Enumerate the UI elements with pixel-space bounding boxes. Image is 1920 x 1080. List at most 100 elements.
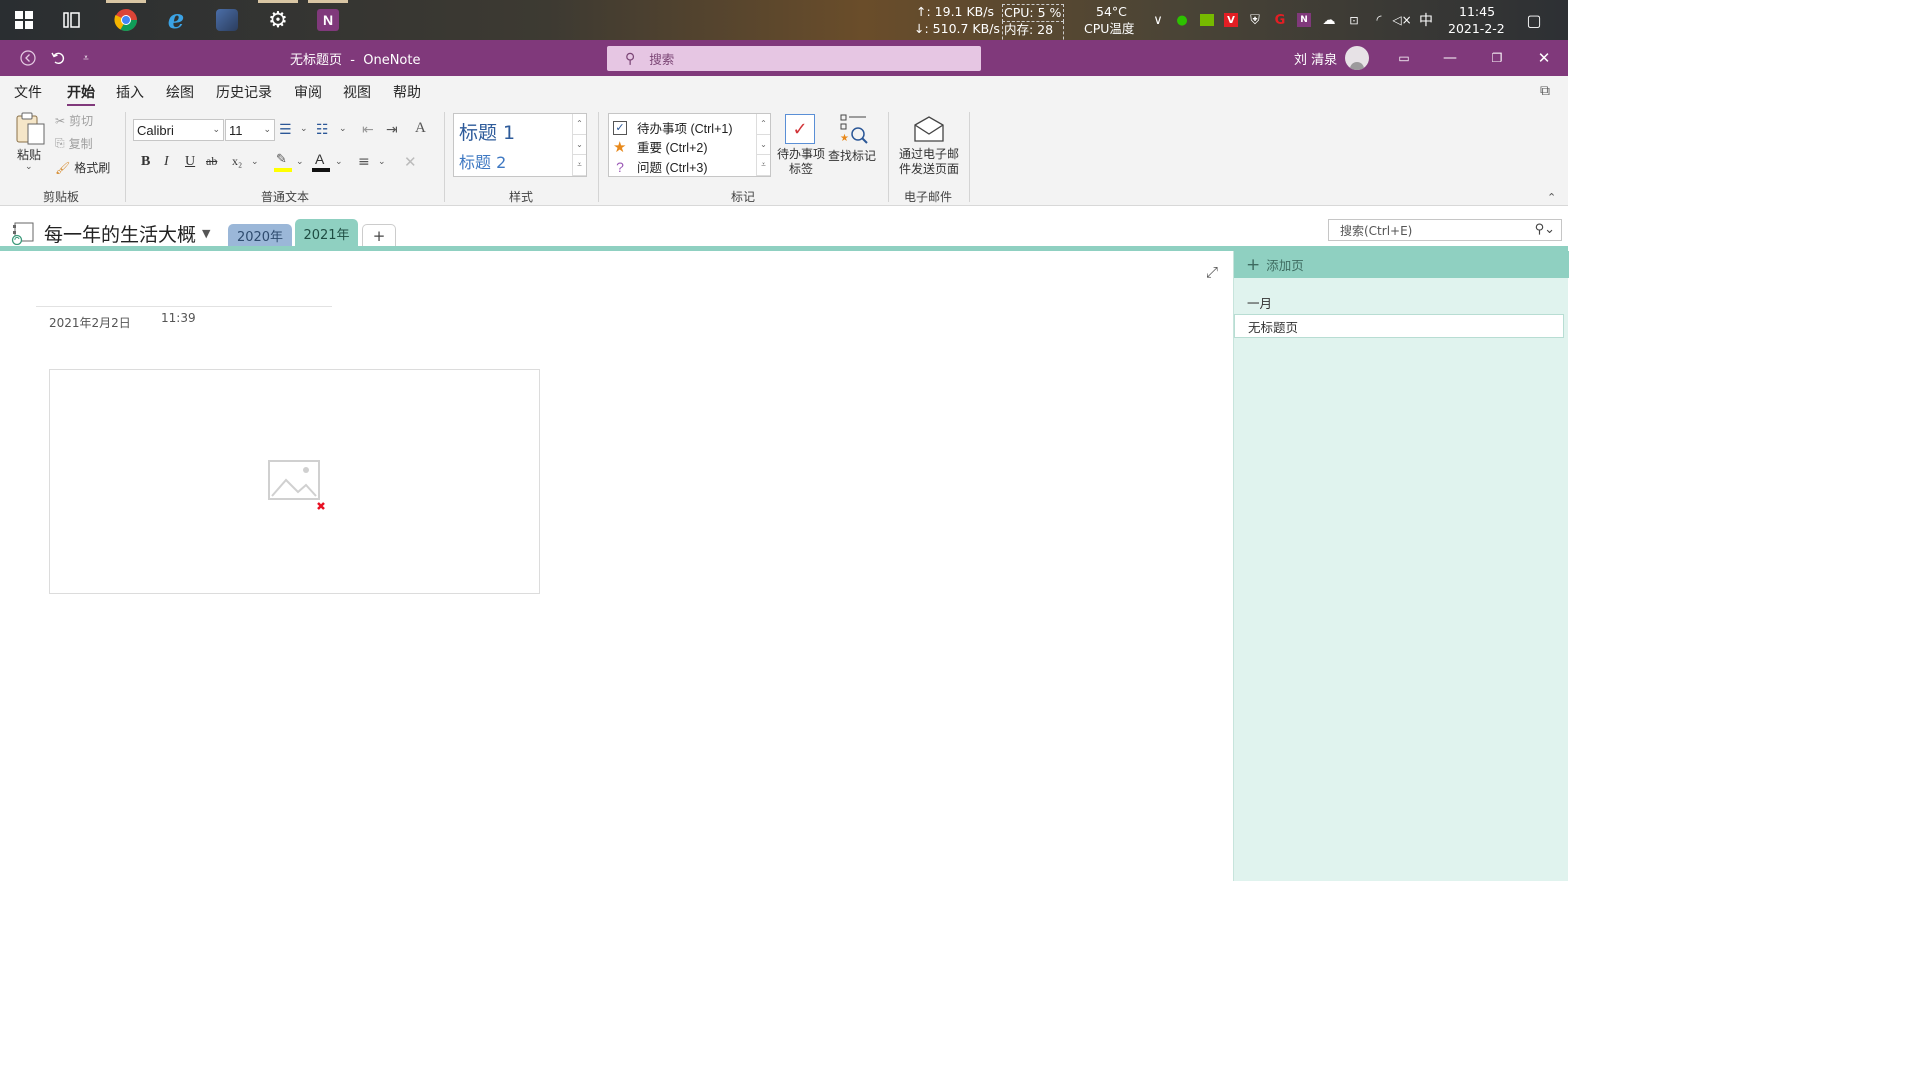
ie-browser-icon[interactable]: e xyxy=(154,0,198,40)
notebook-sync-icon[interactable] xyxy=(11,221,37,246)
heading-2-style[interactable]: 标题 2 xyxy=(459,149,506,173)
paste-dropdown-icon[interactable]: ⌄ xyxy=(25,162,33,172)
chevron-down-icon[interactable]: ⌄ xyxy=(296,157,304,167)
notebook-pane-icon[interactable]: ⧉ xyxy=(1540,83,1550,99)
chevron-down-icon[interactable]: ⌄ xyxy=(300,124,308,134)
tab-review[interactable]: 审阅 xyxy=(294,82,322,102)
paste-label[interactable]: 粘贴 xyxy=(17,146,41,163)
tab-insert[interactable]: 插入 xyxy=(116,82,144,102)
font-color-icon[interactable]: A xyxy=(312,151,330,172)
antivirus-v-icon[interactable]: V xyxy=(1222,11,1240,29)
cut-button[interactable]: ✂ 剪切 xyxy=(55,112,93,129)
notification-center-icon[interactable]: ▢ xyxy=(1525,11,1543,30)
close-icon[interactable]: ✕ xyxy=(1530,40,1558,76)
onenote-icon[interactable]: N xyxy=(306,0,350,40)
styles-gallery[interactable]: 标题 1 标题 2 ⌃ ⌄ ⩡ xyxy=(453,113,587,177)
heading-1-style[interactable]: 标题 1 xyxy=(459,118,515,145)
volume-muted-icon[interactable]: ◁× xyxy=(1392,11,1411,29)
paste-icon[interactable] xyxy=(14,112,48,148)
search-box[interactable]: ⚲ 搜索 xyxy=(607,46,981,71)
bullet-list-icon[interactable]: ☰ xyxy=(279,122,292,138)
windows-start-icon[interactable] xyxy=(2,0,46,40)
nvidia-icon[interactable] xyxy=(1198,11,1216,29)
question-tag-item[interactable]: ? 问题 (Ctrl+3) xyxy=(613,157,707,176)
wechat-icon[interactable]: ● xyxy=(1173,11,1191,29)
quick-access-dropdown-icon[interactable]: ⩡ xyxy=(76,40,96,76)
delete-icon[interactable]: ✕ xyxy=(404,153,417,171)
user-avatar[interactable] xyxy=(1344,40,1370,76)
red-g-app-icon[interactable]: G xyxy=(1271,11,1289,29)
find-tags-label[interactable]: 查找标记 xyxy=(828,147,876,164)
page-list-item[interactable]: 无标题页 xyxy=(1234,314,1564,338)
chevron-down-icon[interactable]: ⌄ xyxy=(335,157,343,167)
todo-tag-item[interactable]: ✓ 待办事项 (Ctrl+1) xyxy=(613,118,733,137)
scroll-down-icon[interactable]: ⌄ xyxy=(573,135,586,156)
important-tag-item[interactable]: ★ 重要 (Ctrl+2) xyxy=(613,137,708,156)
section-tab-2020[interactable]: 2020年 xyxy=(228,224,292,247)
todo-tag-button-label[interactable]: 待办事项标签 xyxy=(775,147,827,177)
clock-date[interactable]: 2021-2-2 xyxy=(1448,21,1505,37)
tab-draw[interactable]: 绘图 xyxy=(166,82,194,102)
gallery-expand-icon[interactable]: ⩡ xyxy=(757,155,770,176)
shield-icon[interactable]: ⛨ xyxy=(1246,11,1264,29)
decrease-indent-icon[interactable]: ⇤ xyxy=(362,122,374,138)
chevron-up-tray-icon[interactable]: ∨ xyxy=(1149,11,1167,29)
settings-gear-icon[interactable]: ⚙ xyxy=(256,0,300,40)
scroll-up-icon[interactable]: ⌃ xyxy=(573,114,586,135)
bold-icon[interactable]: B xyxy=(141,154,150,170)
highlighter-icon[interactable]: ✎ xyxy=(274,152,292,172)
chevron-down-icon[interactable]: ⌄ xyxy=(378,157,386,167)
task-view-icon[interactable] xyxy=(51,0,95,40)
wifi-icon[interactable]: ◜ xyxy=(1370,11,1388,29)
tags-gallery[interactable]: ✓ 待办事项 (Ctrl+1) ★ 重要 (Ctrl+2) ? 问题 (Ctrl… xyxy=(608,113,771,177)
collapse-ribbon-icon[interactable]: ⌃ xyxy=(1547,191,1556,204)
copy-button[interactable]: ⎘ 复制 xyxy=(55,135,93,152)
todo-tag-button-icon[interactable]: ✓ xyxy=(785,114,815,144)
ribbon-display-options-icon[interactable]: ▭ xyxy=(1390,40,1418,76)
page-date[interactable]: 2021年2月2日 xyxy=(49,314,131,331)
find-tags-icon[interactable]: ★ xyxy=(838,112,870,146)
tab-history[interactable]: 历史记录 xyxy=(216,82,272,102)
font-name-select[interactable]: Calibri ⌄ xyxy=(133,119,224,141)
italic-icon[interactable]: I xyxy=(164,154,169,170)
add-page-button[interactable]: + 添加页 xyxy=(1234,251,1569,278)
chevron-down-icon[interactable]: ⌄ xyxy=(339,124,347,134)
scroll-down-icon[interactable]: ⌄ xyxy=(757,135,770,156)
minimize-icon[interactable]: — xyxy=(1436,40,1464,76)
envelope-icon[interactable] xyxy=(912,115,946,145)
undo-icon[interactable] xyxy=(44,40,72,76)
restore-icon[interactable]: ❐ xyxy=(1483,40,1511,76)
tab-help[interactable]: 帮助 xyxy=(393,82,421,102)
email-page-label[interactable]: 通过电子邮件发送页面 xyxy=(895,147,963,177)
numbered-list-icon[interactable]: ☷ xyxy=(316,122,329,138)
tab-view[interactable]: 视图 xyxy=(343,82,371,102)
increase-indent-icon[interactable]: ⇥ xyxy=(386,122,398,138)
user-name[interactable]: 刘 清泉 xyxy=(1294,40,1337,76)
add-section-button[interactable]: + xyxy=(362,224,396,247)
back-arrow-icon[interactable] xyxy=(14,40,42,76)
scroll-up-icon[interactable]: ⌃ xyxy=(757,114,770,135)
align-paragraph-icon[interactable]: ≡ xyxy=(358,154,370,170)
strikethrough-icon[interactable]: ab xyxy=(206,154,217,169)
clock-time[interactable]: 11:45 xyxy=(1459,4,1495,20)
notebook-dropdown-icon[interactable]: ▼ xyxy=(202,227,210,240)
subscript-icon[interactable]: x₂ xyxy=(232,154,242,169)
chevron-down-icon[interactable]: ⌄ xyxy=(251,157,259,167)
cloud-sync-icon[interactable]: ☁ xyxy=(1320,11,1338,29)
page-time[interactable]: 11:39 xyxy=(161,311,196,325)
expand-icon[interactable]: ⤢ xyxy=(1206,263,1218,281)
tab-file[interactable]: 文件 xyxy=(14,82,42,102)
clear-formatting-icon[interactable]: A xyxy=(415,120,426,137)
underline-icon[interactable]: U xyxy=(185,154,195,170)
styles-scroll[interactable]: ⌃ ⌄ ⩡ xyxy=(572,114,586,176)
chrome-icon[interactable] xyxy=(104,0,148,40)
format-painter-button[interactable]: 🖌 格式刷 xyxy=(55,159,110,176)
notebook-search-input[interactable]: 搜索(Ctrl+E) ⚲⌄ xyxy=(1328,219,1562,241)
tab-home[interactable]: 开始 xyxy=(67,82,95,107)
page-canvas[interactable]: ⤢ 2021年2月2日 11:39 xyxy=(0,251,1233,881)
broken-image-container[interactable] xyxy=(49,369,540,594)
gallery-expand-icon[interactable]: ⩡ xyxy=(573,155,586,176)
section-tab-2021[interactable]: 2021年 xyxy=(295,219,358,247)
input-method-indicator[interactable]: 中 xyxy=(1417,11,1435,29)
font-size-select[interactable]: 11 ⌄ xyxy=(225,119,275,141)
